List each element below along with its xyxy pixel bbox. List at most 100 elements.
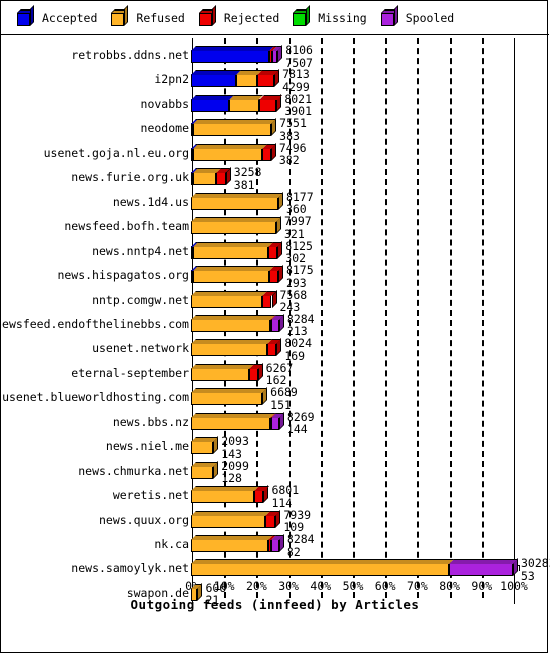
bar-row[interactable]: news.hispagatos.org 8175 293	[1, 263, 549, 289]
bar-segment-accepted[interactable]	[191, 143, 199, 161]
bar-segment-rejected[interactable]	[258, 94, 282, 112]
legend-item-spooled: Spooled	[380, 4, 454, 27]
x-tick-label: 10%	[213, 579, 235, 593]
bar-segment-accepted[interactable]	[191, 119, 199, 137]
bar-segment-refused[interactable]	[191, 339, 273, 357]
bar-segment-refused[interactable]	[191, 412, 275, 430]
bar-segment-refused[interactable]	[191, 535, 273, 552]
bar-top-face	[191, 290, 268, 296]
bar-top-face	[191, 217, 281, 223]
bar-row[interactable]: i2pn2 7813 4299	[1, 67, 549, 93]
bar-row[interactable]: usenet.blueworldhosting.com 6689 151	[1, 385, 549, 411]
bar-row[interactable]: newsfeed.endofthelinebbs.com 8284 213	[0, 312, 549, 338]
bar-segment-refused[interactable]	[229, 94, 264, 112]
bar-segment-refused[interactable]	[193, 168, 222, 186]
bar-value-labels: 8021 3901	[284, 93, 312, 118]
bar-row[interactable]: news.nntp4.net 8125 302	[1, 239, 549, 265]
bar-segment-refused[interactable]	[191, 388, 268, 406]
bar-segment-rejected[interactable]	[267, 535, 276, 552]
y-axis-label: news.1d4.us	[112, 194, 189, 209]
bar-row[interactable]: newsfeed.bofh.team 7997 321	[1, 214, 549, 240]
bar-value-labels: 8024 169	[284, 337, 312, 362]
bar-segment-accepted[interactable]	[191, 168, 199, 186]
bar-segment-spooled[interactable]	[448, 559, 518, 577]
bar-top-face	[193, 143, 268, 149]
bar-segment-refused[interactable]	[191, 437, 219, 455]
bar-segment-spooled[interactable]	[270, 535, 284, 552]
bar-segment-spooled[interactable]	[272, 46, 283, 63]
bar-value-labels: 8175 293	[286, 264, 314, 289]
bar-segment-refused[interactable]	[192, 266, 274, 284]
plot-area: retrobbs.ddns.net 8106 7507 i2pn2 7813 4299 no…	[0, 36, 550, 653]
bar-segment-refused[interactable]	[191, 217, 281, 235]
bar-segment-rejected[interactable]	[265, 510, 281, 528]
bar-value-labels: 6801 114	[271, 484, 299, 509]
bar-segment-refused[interactable]	[193, 119, 277, 137]
bar-segment-accepted[interactable]	[191, 241, 198, 259]
bar-segment-rejected[interactable]	[269, 412, 276, 430]
bar-segment-refused[interactable]	[191, 461, 219, 479]
bar-segment-rejected[interactable]	[256, 70, 280, 88]
bar-segment-spooled[interactable]	[270, 314, 284, 332]
bar-segment-accepted[interactable]	[191, 70, 241, 88]
bar-segment-rejected[interactable]	[268, 266, 283, 284]
bar-segment-rejected[interactable]	[267, 339, 282, 357]
y-axis-label: i2pn2	[154, 72, 189, 87]
bar-segment-accepted[interactable]	[191, 266, 198, 284]
bar-segment-rejected[interactable]	[248, 363, 263, 381]
bar-value-labels: 8284 82	[287, 533, 315, 558]
y-axis-label: retrobbs.ddns.net	[71, 48, 189, 62]
bar-value-labels: 7997 321	[284, 215, 312, 240]
bar-value-labels: 3258 381	[234, 166, 262, 191]
bar-segment-rejected[interactable]	[268, 241, 283, 259]
bar-segment-spooled[interactable]	[270, 412, 284, 430]
bar-row[interactable]: eternal-september 6267 162	[1, 361, 549, 387]
bar-segment-rejected[interactable]	[262, 143, 276, 161]
bar-row[interactable]: novabbs 8021 3901	[1, 92, 549, 118]
bar-row[interactable]: retrobbs.ddns.net 8106 7507	[1, 43, 549, 69]
bar-segment-accepted[interactable]	[191, 46, 274, 63]
bar-row[interactable]: news.bbs.nz 8269 144	[1, 410, 549, 436]
legend-label: Refused	[136, 10, 185, 25]
bar-total-value: 3258	[233, 165, 262, 180]
bar-row[interactable]: news.niel.me 2093 143	[1, 434, 549, 460]
y-axis-label: news.bbs.nz	[112, 414, 189, 429]
bar-row[interactable]: news.1d4.us 8177 360	[1, 190, 549, 216]
y-axis-label: nk.ca	[154, 537, 189, 551]
bar-top-face	[192, 241, 274, 247]
cube-icon	[17, 4, 35, 27]
bar-row[interactable]: weretis.net 6801 114	[1, 483, 549, 509]
bar-segment-refused[interactable]	[191, 314, 275, 332]
bar-segment-rejected[interactable]	[268, 46, 278, 63]
bar-segment-refused[interactable]	[191, 583, 203, 601]
bar-row[interactable]: news.furie.org.uk 3258 381	[1, 165, 549, 191]
bar-row[interactable]: usenet.network 8024 169	[1, 336, 549, 362]
y-axis-label: news.hispagatos.org	[57, 268, 189, 283]
bar-segment-rejected[interactable]	[269, 314, 277, 332]
bar-segment-accepted[interactable]	[191, 94, 235, 112]
bar-segment-refused[interactable]	[191, 486, 259, 504]
bar-top-face	[191, 461, 219, 467]
bar-segment-refused[interactable]	[191, 510, 271, 528]
bar-row[interactable]: usenet.goja.nl.eu.org 7496 382	[1, 141, 549, 167]
bar-row[interactable]: news.quux.org 7939 109	[1, 508, 549, 534]
bar-segment-refused[interactable]	[191, 290, 268, 308]
bar-segment-rejected[interactable]	[262, 290, 277, 308]
bar-value-labels: 6267 162	[266, 362, 294, 387]
bar-row[interactable]: nntp.comgw.net 7568 243	[1, 288, 549, 313]
bar-segment-refused[interactable]	[235, 70, 262, 88]
x-tick-label: 50%	[342, 579, 364, 593]
bar-segment-rejected[interactable]	[253, 486, 269, 504]
bar-row[interactable]: news.chmurka.net 2099 128	[1, 459, 549, 485]
bar-row[interactable]: neodome 7551 383	[1, 116, 549, 142]
bar-row[interactable]: nk.ca 8284 82	[1, 532, 549, 558]
bar-segment-refused[interactable]	[193, 143, 268, 161]
bar-segment-refused[interactable]	[192, 241, 274, 259]
bar-segment-refused[interactable]	[191, 363, 254, 381]
bar-top-face	[191, 314, 275, 320]
bar-value-labels: 8284 213	[287, 313, 315, 338]
bar-segment-refused[interactable]	[191, 559, 454, 577]
bar-segment-refused[interactable]	[191, 192, 283, 210]
bar-segment-rejected[interactable]	[216, 168, 231, 186]
legend-item-rejected: Rejected	[198, 4, 279, 27]
